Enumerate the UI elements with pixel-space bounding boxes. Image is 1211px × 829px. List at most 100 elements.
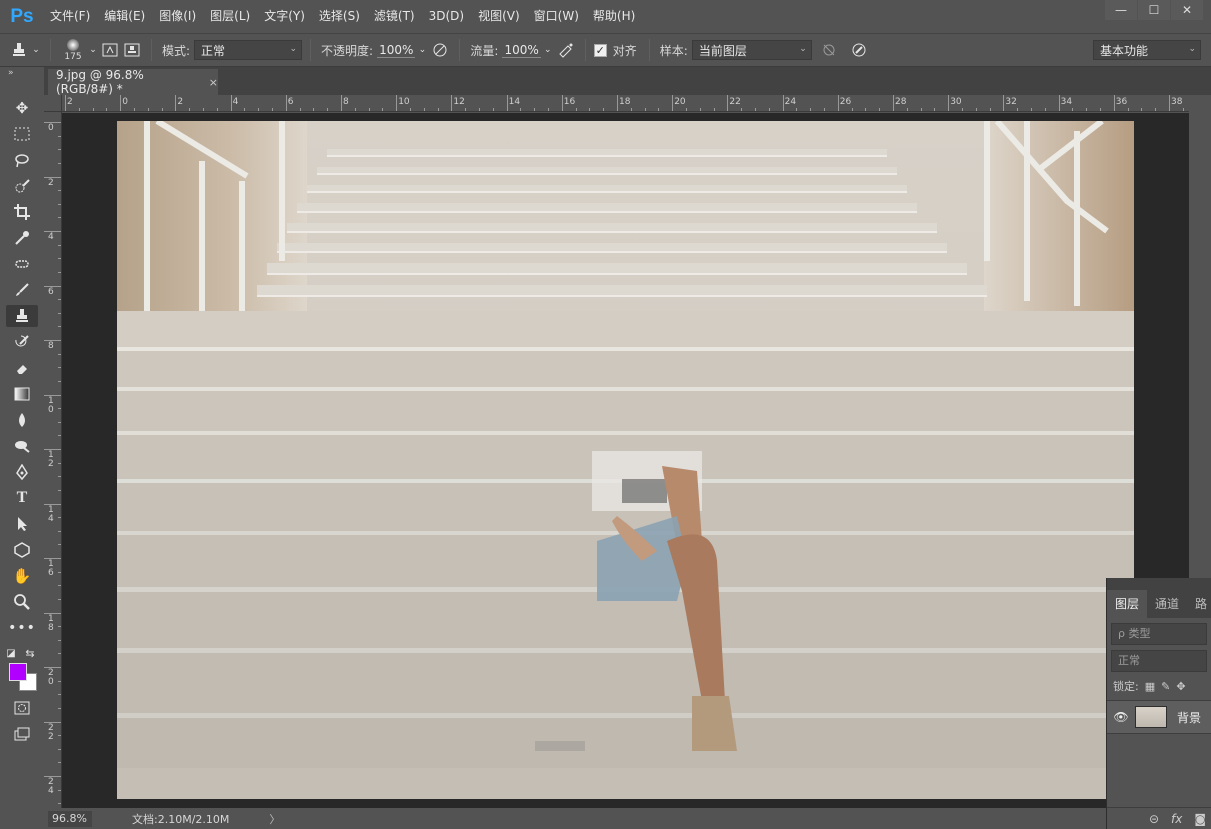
marquee-tool-icon[interactable] <box>6 123 38 145</box>
tab-channels[interactable]: 通道 <box>1147 590 1187 618</box>
zoom-tool-icon[interactable] <box>6 591 38 613</box>
aligned-label: 对齐 <box>612 43 637 58</box>
close-tab-icon[interactable]: × <box>209 76 218 89</box>
brush-picker-chevron-icon[interactable]: ⌄ <box>87 39 99 61</box>
hand-tool-icon[interactable]: ✋ <box>6 565 38 587</box>
lock-transparency-icon[interactable]: ▦ <box>1145 680 1155 693</box>
menu-item-9[interactable]: 窗口(W) <box>528 0 587 33</box>
add-mask-icon[interactable]: ◙ <box>1194 812 1206 826</box>
pen-tool-icon[interactable] <box>6 461 38 483</box>
ruler-label: 6 <box>287 97 294 107</box>
tab-layers[interactable]: 图层 <box>1107 590 1148 618</box>
toggle-clone-source-panel-icon[interactable] <box>121 39 143 61</box>
toolbar-collapse-icon[interactable]: » <box>0 67 44 79</box>
tab-paths[interactable]: 路 <box>1187 590 1211 618</box>
quick-selection-tool-icon[interactable] <box>6 175 38 197</box>
menu-item-1[interactable]: 编辑(E) <box>98 0 153 33</box>
horizontal-ruler[interactable]: 2 0 2 4 6 8 10 12 14 16 18 20 22 24 26 28 30 32 34 36 38 <box>62 95 1189 112</box>
eraser-tool-icon[interactable] <box>6 357 38 379</box>
flow-chevron-icon[interactable]: ⌄ <box>541 39 555 61</box>
ruler-minor-tick <box>1155 108 1157 111</box>
document-tab[interactable]: 9.jpg @ 96.8%(RGB/8#) * × <box>48 68 218 96</box>
ruler-minor-tick <box>203 108 204 111</box>
crop-tool-icon[interactable] <box>6 201 38 223</box>
ruler-label: 2 <box>67 97 73 107</box>
blur-tool-icon[interactable] <box>6 409 38 431</box>
blend-mode-select[interactable]: 正常 <box>1111 650 1207 672</box>
sample-label: 样本: <box>659 43 688 58</box>
canvas-area[interactable] <box>62 113 1189 808</box>
brush-preset-picker[interactable]: 175 <box>59 38 87 62</box>
close-window-button[interactable]: ✕ <box>1171 0 1203 20</box>
foreground-color-swatch[interactable] <box>9 663 27 681</box>
type-tool-icon[interactable]: T <box>6 487 38 509</box>
menu-item-5[interactable]: 选择(S) <box>313 0 368 33</box>
quick-mask-icon[interactable] <box>6 697 38 719</box>
screen-mode-icon[interactable] <box>6 723 38 745</box>
edit-toolbar-icon[interactable]: ••• <box>6 617 38 639</box>
ignore-adjustment-layers-icon[interactable] <box>818 39 840 61</box>
ruler-minor-tick <box>1017 108 1019 111</box>
ruler-label: 1 8 <box>48 613 54 633</box>
vertical-ruler[interactable]: 0 2 4 6 8 1 0 1 2 1 4 1 6 1 8 2 0 2 2 2 4 <box>44 112 62 808</box>
ruler-tick <box>617 95 618 111</box>
link-layers-icon[interactable]: ⊝ <box>1149 812 1159 826</box>
lock-pixels-icon[interactable]: ✎ <box>1161 680 1170 693</box>
history-brush-tool-icon[interactable] <box>6 331 38 353</box>
brush-tool-icon[interactable] <box>6 279 38 301</box>
move-tool-icon[interactable]: ✥ <box>6 97 38 119</box>
layer-row[interactable]: 👁 背景 <box>1107 700 1211 734</box>
dodge-tool-icon[interactable] <box>6 435 38 457</box>
gradient-tool-icon[interactable] <box>6 383 38 405</box>
visibility-eye-icon[interactable]: 👁 <box>1107 710 1135 724</box>
shape-tool-icon[interactable] <box>6 539 38 561</box>
mode-select[interactable]: 正常 ⌄ <box>194 40 303 60</box>
document-image[interactable] <box>117 121 1134 799</box>
menu-item-0[interactable]: 文件(F) <box>44 0 98 33</box>
menu-item-6[interactable]: 滤镜(T) <box>368 0 423 33</box>
lock-position-icon[interactable]: ✥ <box>1176 680 1185 693</box>
clone-stamp-tool-icon[interactable] <box>8 39 30 61</box>
menu-item-10[interactable]: 帮助(H) <box>587 0 643 33</box>
layer-kind-filter[interactable]: ρ 类型 <box>1111 623 1207 645</box>
menu-item-7[interactable]: 3D(D) <box>423 0 472 33</box>
menu-item-8[interactable]: 视图(V) <box>472 0 528 33</box>
opacity-chevron-icon[interactable]: ⌄ <box>415 39 429 61</box>
minimize-button[interactable]: — <box>1105 0 1137 20</box>
pressure-opacity-icon[interactable] <box>429 39 451 61</box>
maximize-button[interactable]: ☐ <box>1138 0 1170 20</box>
ruler-tick <box>1169 95 1170 111</box>
status-menu-arrow-icon[interactable]: 〉 <box>269 811 280 827</box>
sample-select[interactable]: 当前图层 ⌄ <box>691 40 812 60</box>
healing-brush-tool-icon[interactable] <box>6 253 38 275</box>
airbrush-icon[interactable] <box>555 39 577 61</box>
menu-item-4[interactable]: 文字(Y) <box>258 0 313 33</box>
path-selection-tool-icon[interactable] <box>6 513 38 535</box>
ruler-label: 26 <box>839 97 852 107</box>
swap-colors-icon[interactable]: ⇆ <box>22 642 38 664</box>
ruler-minor-tick <box>603 108 605 111</box>
eyedropper-tool-icon[interactable] <box>6 227 38 249</box>
toggle-brush-panel-icon[interactable] <box>99 39 121 61</box>
ruler-tick <box>1113 95 1115 111</box>
ruler-minor-tick <box>437 108 439 111</box>
ruler-minor-tick <box>906 108 908 111</box>
ruler-minor-tick <box>575 108 577 111</box>
opacity-input[interactable]: 100% <box>377 43 416 58</box>
tool-preset-chevron-icon[interactable]: ⌄ <box>30 39 42 61</box>
aligned-checkbox[interactable]: ✓ <box>593 43 607 57</box>
pressure-size-icon[interactable] <box>848 39 870 61</box>
workspace-select[interactable]: 基本功能 ⌄ <box>1093 40 1201 60</box>
zoom-level-input[interactable]: 96.8% <box>48 810 92 827</box>
ruler-minor-tick <box>313 108 315 111</box>
ruler-minor-tick <box>1141 108 1143 111</box>
menu-item-2[interactable]: 图像(I) <box>153 0 204 33</box>
flow-input[interactable]: 100% <box>502 43 541 58</box>
ruler-origin[interactable] <box>44 95 62 112</box>
menu-item-3[interactable]: 图层(L) <box>204 0 258 33</box>
ruler-minor-tick <box>548 108 549 111</box>
default-colors-icon[interactable]: ◪ <box>4 642 18 664</box>
lasso-tool-icon[interactable] <box>6 149 38 171</box>
layer-style-fx-icon[interactable]: fx <box>1171 812 1182 826</box>
clone-stamp-tool-icon[interactable] <box>6 305 38 327</box>
